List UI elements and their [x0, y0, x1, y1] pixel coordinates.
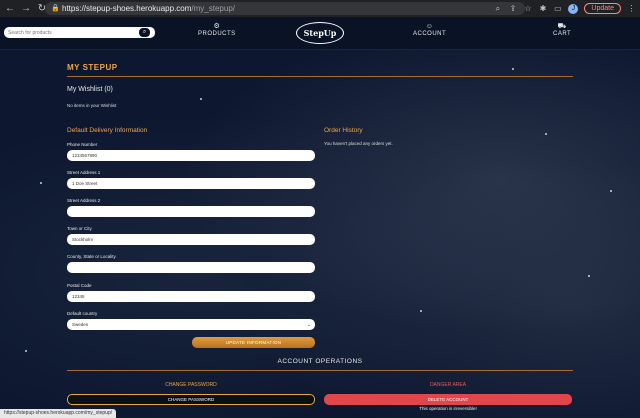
postal-label: Postal Code [67, 283, 92, 288]
wishlist-title: My Wishlist (0) [67, 86, 113, 93]
search-bar: ⌕ [4, 27, 155, 38]
delivery-heading: Default Delivery Information [67, 127, 148, 134]
danger-area-heading: DANGER AREA [429, 382, 467, 388]
update-button[interactable]: Update [584, 3, 621, 14]
delete-account-button[interactable]: DELETE ACCOUNT [324, 394, 572, 405]
site-header: ⌕ ⚙ PRODUCTS StepUp ☺ ACCOUNT ⛟ CART [0, 17, 640, 50]
star-dot [512, 68, 514, 70]
url-path: /my_stepup/ [191, 4, 235, 13]
tab-search-icon[interactable]: ▭ [553, 4, 562, 13]
star-dot [610, 190, 612, 192]
star-dot [25, 350, 27, 352]
star-dot [200, 98, 202, 100]
share-icon[interactable]: ⇪ [508, 4, 517, 13]
lock-icon: 🔒 [51, 5, 60, 12]
site-logo[interactable]: StepUp [296, 22, 344, 44]
star-dot [545, 133, 547, 135]
address-bar[interactable]: 🔒 https://stepup-shoes.herokuapp.com /my… [45, 2, 525, 15]
page-title: MY STEPUP [67, 63, 118, 72]
postal-field[interactable] [67, 291, 315, 302]
star-dot [420, 310, 422, 312]
search-input[interactable] [4, 27, 138, 38]
nav-cart-label: CART [553, 31, 572, 37]
browser-toolbar: ← → ↻ 🔒 https://stepup-shoes.herokuapp.c… [0, 0, 640, 17]
star-dot [588, 275, 590, 277]
county-field[interactable] [67, 262, 315, 273]
street1-field[interactable] [67, 178, 315, 189]
star-dot [40, 182, 42, 184]
extensions-icon[interactable]: ✱ [538, 4, 547, 13]
county-label: County, State or Locality [67, 254, 116, 259]
irreversible-note: This operation is irreversible! [419, 406, 477, 411]
country-value: Sweden [72, 322, 89, 327]
account-divider [67, 370, 573, 371]
nav-account[interactable]: ☺ ACCOUNT [413, 23, 446, 37]
country-label: Default country [67, 311, 98, 316]
nav-account-label: ACCOUNT [413, 31, 447, 37]
forward-icon[interactable]: → [20, 3, 32, 15]
street2-field[interactable] [67, 206, 315, 217]
orders-heading: Order History [324, 127, 363, 134]
orders-empty-text: You haven't placed any orders yet. [324, 141, 393, 146]
street2-label: Street Address 2 [67, 198, 101, 203]
account-icon: ☺ [425, 23, 434, 30]
search-button[interactable]: ⌕ [138, 27, 151, 38]
menu-icon[interactable]: ⋮ [627, 4, 636, 13]
street1-label: Street Address 1 [67, 170, 101, 175]
town-label: Town or City [67, 226, 92, 231]
nav-products[interactable]: ⚙ PRODUCTS [198, 23, 236, 37]
profile-avatar[interactable]: J [568, 3, 579, 14]
cart-icon: ⛟ [557, 23, 567, 30]
title-divider [67, 76, 573, 77]
star-icon[interactable]: ☆ [523, 4, 532, 13]
town-field[interactable] [67, 234, 315, 245]
update-information-button[interactable]: UPDATE INFORMATION [192, 337, 315, 348]
back-icon[interactable]: ← [4, 3, 16, 15]
phone-label: Phone Number [67, 142, 98, 147]
change-password-heading: CHANGE PASSWORD [165, 382, 217, 388]
wishlist-empty-text: No items in your Wishlist [67, 103, 117, 108]
nav-cart[interactable]: ⛟ CART [553, 23, 571, 37]
change-password-button[interactable]: CHANGE PASSWORD [67, 394, 315, 405]
url-host: https://stepup-shoes.herokuapp.com [62, 4, 192, 13]
browser-status-bar: https://stepup-shoes.herokuapp.com/my_st… [0, 409, 117, 418]
phone-field[interactable] [67, 150, 315, 161]
products-icon: ⚙ [213, 23, 221, 30]
account-operations-heading: ACCOUNT OPERATIONS [277, 358, 363, 365]
chevron-down-icon: ⌄ [306, 321, 311, 328]
country-select[interactable]: Sweden ⌄ [67, 319, 315, 330]
nav-products-label: PRODUCTS [198, 31, 236, 37]
search-icon[interactable]: ⌕ [493, 4, 502, 13]
